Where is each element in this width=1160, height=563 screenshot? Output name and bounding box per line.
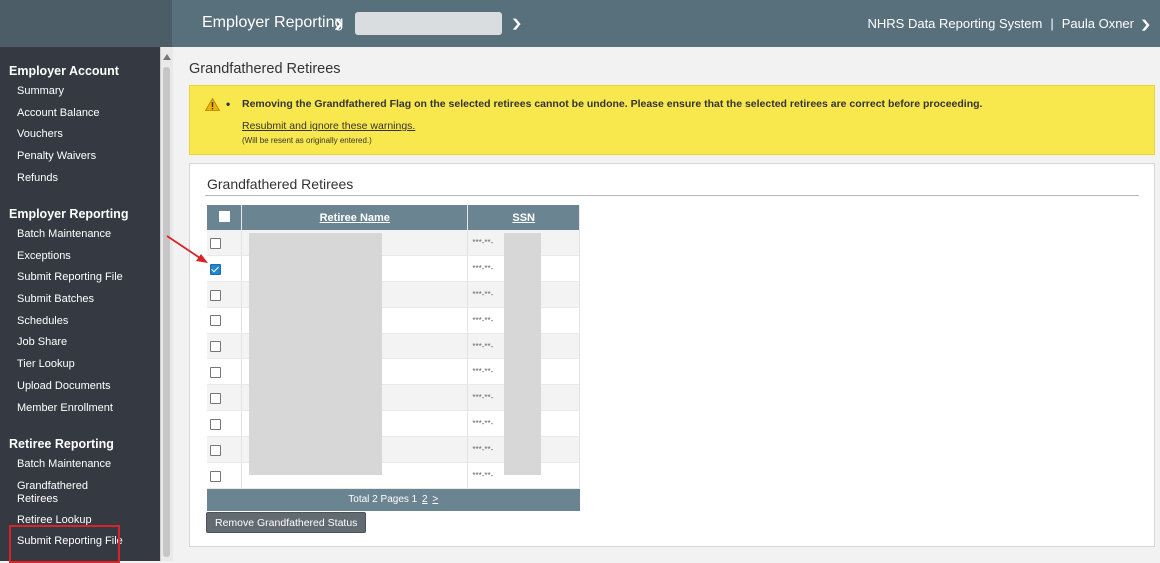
row-checkbox[interactable] [210,289,221,301]
page-title: Grandfathered Retirees [189,61,341,77]
row-checkbox-cell [207,410,243,438]
row-checkbox-cell [207,281,243,308]
row-checkbox[interactable] [210,444,221,456]
pager-row: Total 2 Pages 1 2 > [207,488,580,511]
row-checkbox[interactable] [210,315,221,327]
sort-ssn-link[interactable]: SSN [512,212,535,224]
warning-banner: • Removing the Grandfathered Flag on the… [189,85,1155,155]
employer-select[interactable] [355,12,502,35]
column-header-retiree-name[interactable]: Retiree Name [241,205,469,230]
pager-page-2-link[interactable]: 2 [422,494,428,505]
scroll-up-arrow-icon[interactable] [163,54,171,60]
module-chevron-down-icon[interactable]: ❯ [333,17,345,30]
scrollbar-thumb[interactable] [163,67,170,557]
pager: Total 2 Pages 1 2 > [207,488,580,511]
row-checkbox-cell [207,307,243,334]
nav-heading: Retiree Reporting [9,437,114,451]
nav-heading: Employer Reporting [9,207,129,221]
select-all-header [207,205,243,230]
system-name: NHRS Data Reporting System [867,16,1043,31]
top-bar-logo-area [0,0,172,47]
sidebar-item-member-enrollment[interactable]: Member Enrollment [0,398,160,420]
row-checkbox-cell [207,462,243,489]
warning-message: Removing the Grandfathered Flag on the s… [242,98,983,110]
sidebar-item-schedules[interactable]: Schedules [0,311,160,333]
row-checkbox-cell [207,255,243,282]
sidebar: Employer Account Summary Account Balance… [0,47,160,563]
system-info: NHRS Data Reporting System | Paula Oxner [868,16,1135,31]
sort-retiree-name-link[interactable]: Retiree Name [320,212,390,224]
panel-divider [205,195,1139,196]
row-checkbox-cell [207,384,243,412]
row-checkbox[interactable] [210,419,221,430]
row-checkbox-cell [207,358,243,386]
pager-current-page: 1 [411,494,418,506]
sidebar-item-submit-batches[interactable]: Submit Batches [0,289,160,311]
sidebar-item-job-share[interactable]: Job Share [0,332,160,354]
sidebar-item-grandfathered-retirees[interactable]: Grandfathered Retirees [0,476,97,510]
sidebar-item-retiree-batch-maintenance[interactable]: Batch Maintenance [0,454,160,476]
redacted-ssn-block [504,233,541,475]
sidebar-item-penalty-waivers[interactable]: Penalty Waivers [0,146,160,168]
panel-title: Grandfathered Retirees [207,176,354,192]
pager-summary: Total 2 Pages [348,494,409,506]
user-name[interactable]: Paula Oxner [1062,16,1134,31]
warning-icon [205,98,220,111]
sidebar-item-vouchers[interactable]: Vouchers [0,124,160,146]
row-checkbox[interactable] [210,393,221,405]
warning-bullet: • [226,97,231,111]
redacted-names-block [249,233,382,475]
sidebar-item-batch-maintenance[interactable]: Batch Maintenance [0,224,160,246]
row-checkbox[interactable] [210,263,221,275]
sidebar-item-refunds[interactable]: Refunds [0,168,160,190]
sidebar-item-account-balance[interactable]: Account Balance [0,103,160,125]
row-checkbox-cell [207,436,243,464]
resubmit-ignore-warnings-link[interactable]: Resubmit and ignore these warnings. [242,120,415,132]
sidebar-item-upload-documents[interactable]: Upload Documents [0,376,160,398]
remove-grandfathered-status-button[interactable]: Remove Grandfathered Status [206,512,367,533]
user-menu-chevron-down-icon[interactable]: ❯ [1139,18,1151,31]
row-checkbox[interactable] [210,237,221,249]
row-checkbox-cell [207,230,243,256]
sidebar-item-summary[interactable]: Summary [0,81,160,103]
row-checkbox[interactable] [210,341,221,353]
top-bar: Employer Reporting ❯ ❯ NHRS Data Reporti… [0,0,1160,47]
row-checkbox[interactable] [210,470,221,482]
sidebar-item-submit-reporting-file[interactable]: Submit Reporting File [0,267,160,289]
pager-next-link[interactable]: > [432,494,438,505]
table-header-row: Retiree Name SSN [207,205,580,230]
nav-heading: Employer Account [9,64,119,78]
annotation-highlight-box [9,525,120,563]
nav-section-employer-reporting: Employer Reporting Batch Maintenance Exc… [0,204,160,419]
select-all-checkbox[interactable] [218,210,230,222]
row-checkbox[interactable] [210,367,221,379]
warning-note: (Will be resent as originally entered.) [242,136,372,145]
employer-select-chevron-down-icon[interactable]: ❯ [511,17,523,30]
sidebar-item-tier-lookup[interactable]: Tier Lookup [0,354,160,376]
row-checkbox-cell [207,333,243,360]
sidebar-item-exceptions[interactable]: Exceptions [0,246,160,268]
column-header-ssn[interactable]: SSN [467,205,580,230]
sidebar-scrollbar[interactable] [160,47,173,561]
header-separator: | [1050,16,1054,31]
nav-section-employer-account: Employer Account Summary Account Balance… [0,61,160,189]
module-title[interactable]: Employer Reporting [202,14,343,32]
